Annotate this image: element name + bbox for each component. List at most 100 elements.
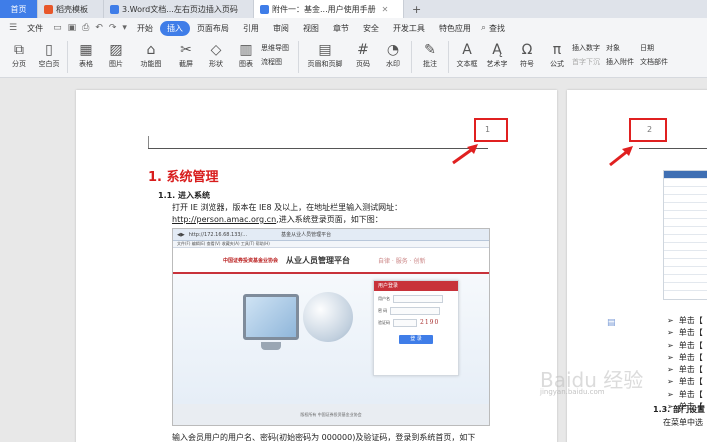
page-number[interactable]: 1 (485, 125, 490, 134)
menu-section[interactable]: 章节 (326, 21, 356, 36)
table-row (664, 227, 707, 235)
save-icon[interactable]: ▣ (65, 23, 80, 33)
mind-map-button[interactable]: 思维导图 (261, 43, 289, 53)
list-item-text: 单击【 (678, 328, 703, 338)
print-icon[interactable]: ⎙ (79, 23, 92, 33)
page-number-button[interactable]: # 页码 (348, 41, 378, 69)
object-button[interactable]: 对象 (606, 43, 634, 53)
screenshot-icon: ✂ (180, 42, 192, 58)
login-pass-row: 密 码 (374, 303, 458, 315)
menu-file[interactable]: 文件 (20, 21, 50, 36)
hamburger-icon[interactable]: ☰ (6, 23, 20, 33)
red-arrow-icon (609, 146, 633, 167)
screenshot-table (663, 170, 707, 300)
redo-icon[interactable]: ↷ (106, 23, 120, 33)
symbol-button[interactable]: Ω 符号 (512, 41, 542, 69)
url-link[interactable]: http://person.amac.org.cn (172, 215, 276, 224)
menu-page-layout[interactable]: 页面布局 (190, 21, 236, 36)
new-tab-button[interactable]: + (404, 0, 429, 18)
date-button[interactable]: 日期 (640, 43, 668, 53)
menu-review[interactable]: 审阅 (266, 21, 296, 36)
platform-name: 从业人员管理平台 (286, 255, 351, 265)
wordart-button[interactable]: Ą 艺术字 (482, 41, 512, 69)
shape-button[interactable]: ◇ 形状 (201, 41, 231, 69)
ribbon-divider (411, 41, 412, 73)
menu-insert[interactable]: 插入 (159, 20, 190, 36)
tab-home-label: 首页 (10, 4, 27, 14)
comment-button[interactable]: ✎ 批注 (415, 41, 445, 69)
watermark-button[interactable]: ◔ 水印 (378, 41, 408, 69)
textbox-button[interactable]: A 文本框 (452, 41, 482, 69)
insert-group-a: 插入数字 首字下沉 (572, 41, 600, 67)
table-row (664, 283, 707, 291)
more-icon[interactable]: ▾ (119, 23, 130, 33)
list-item-text: 单击【 (678, 352, 703, 362)
table-button[interactable]: ▦ 表格 (71, 41, 101, 69)
browser-tab-title: 基金从业人员管理平台 (281, 232, 332, 238)
page-number-icon: # (357, 42, 369, 58)
table-row (664, 251, 707, 259)
captcha-input (393, 319, 417, 327)
doc-parts-button[interactable]: 文档部件 (640, 57, 668, 67)
table-row (664, 211, 707, 219)
attachment-button[interactable]: 插入附件 (606, 57, 634, 67)
browser-menu-line: 文件(F) 编辑(E) 查看(V) 收藏夹(A) 工具(T) 帮助(H) (173, 241, 489, 248)
drop-cap-button[interactable]: 首字下沉 (572, 57, 600, 67)
tab-word-doc[interactable]: 3.Word文档...左右页边插入页码 (104, 0, 254, 18)
ribbon-divider (298, 41, 299, 73)
function-chart-icon: ⌂ (146, 42, 156, 58)
list-item-text: 单击【 (678, 340, 703, 350)
url-suffix: ,进入系统登录页面，如下图： (276, 215, 383, 224)
table-row (664, 195, 707, 203)
function-chart-button[interactable]: ⌂ 功能图 (131, 41, 171, 69)
blank-page-icon: ▯ (45, 42, 53, 58)
red-arrow-icon (452, 144, 478, 165)
shape-icon: ◇ (210, 42, 222, 58)
tab-home[interactable]: 首页 (0, 0, 38, 18)
document-page-1[interactable]: 1 1. 系统管理 1.1. 进入系统 打开 IE 浏览器，版本在 IE8 及以… (76, 90, 557, 442)
menu-home[interactable]: 开始 (130, 21, 160, 36)
search-icon[interactable]: ⌕ (478, 23, 489, 33)
header-footer-icon: ▤ (318, 42, 332, 58)
menu-developer[interactable]: 开发工具 (386, 21, 432, 36)
picture-button[interactable]: ▨ 图片 (101, 41, 131, 69)
chart-button[interactable]: ▥ 图表 (231, 41, 261, 69)
page-break-button[interactable]: ⧉ 分页 (4, 41, 34, 69)
login-button: 登 录 (399, 335, 433, 344)
insert-number-button[interactable]: 插入数字 (572, 43, 600, 53)
list-item-text: 单击【 (678, 377, 703, 387)
monitor-stand-illustration (261, 342, 281, 350)
login-panel: 用户登录 用户名 密 码 验证码 2190 登 录 (373, 280, 459, 376)
list-item: ➢ 单击【 (667, 340, 703, 350)
menu-view[interactable]: 视图 (296, 21, 326, 36)
screenshot-button[interactable]: ✂ 截屏 (171, 41, 201, 69)
menu-special[interactable]: 特色应用 (432, 21, 478, 36)
page-break-icon: ⧉ (14, 42, 24, 58)
undo-icon[interactable]: ↶ (92, 23, 106, 33)
close-tab-icon[interactable]: ✕ (382, 5, 389, 14)
list-item-text: 单击【 (678, 316, 703, 325)
section-heading: 1. 系统管理 (148, 170, 219, 185)
menu-search[interactable]: 查找 (489, 21, 512, 36)
menu-security[interactable]: 安全 (356, 21, 386, 36)
blank-page-button[interactable]: ▯ 空白页 (34, 41, 64, 69)
page-number[interactable]: 2 (647, 125, 652, 134)
list-item: ➢ 单击【 (667, 365, 703, 375)
menu-references[interactable]: 引用 (236, 21, 266, 36)
tab-template-label: 稻壳模板 (56, 4, 88, 14)
flowchart-button[interactable]: 流程图 (261, 57, 289, 67)
pass-label: 密 码 (378, 308, 388, 313)
browser-address-bar: ◀▶ http://172.16.68.133/... 基金从业人员管理平台 (173, 229, 489, 241)
embedded-screenshot[interactable]: ◀▶ http://172.16.68.133/... 基金从业人员管理平台 文… (172, 228, 490, 426)
header-footer-button[interactable]: ▤ 页眉和页脚 (302, 41, 348, 69)
tab-attachment-doc[interactable]: 附件一：基金...用户使用手册 ✕ (254, 0, 404, 18)
list-item-text: 单击【 (678, 389, 703, 399)
captcha-image: 2190 (420, 319, 440, 326)
document-tab-bar: 首页 稻壳模板 3.Word文档...左右页边插入页码 附件一：基金...用户使… (0, 0, 707, 18)
tab-template[interactable]: 稻壳模板 (38, 0, 104, 18)
formula-button[interactable]: π 公式 (542, 41, 572, 69)
open-icon[interactable]: ▭ (50, 23, 65, 33)
baidu-watermark-url: jingyan.baidu.com (540, 388, 605, 396)
table-row (664, 267, 707, 275)
tab-word-doc-label: 3.Word文档...左右页边插入页码 (122, 4, 238, 14)
